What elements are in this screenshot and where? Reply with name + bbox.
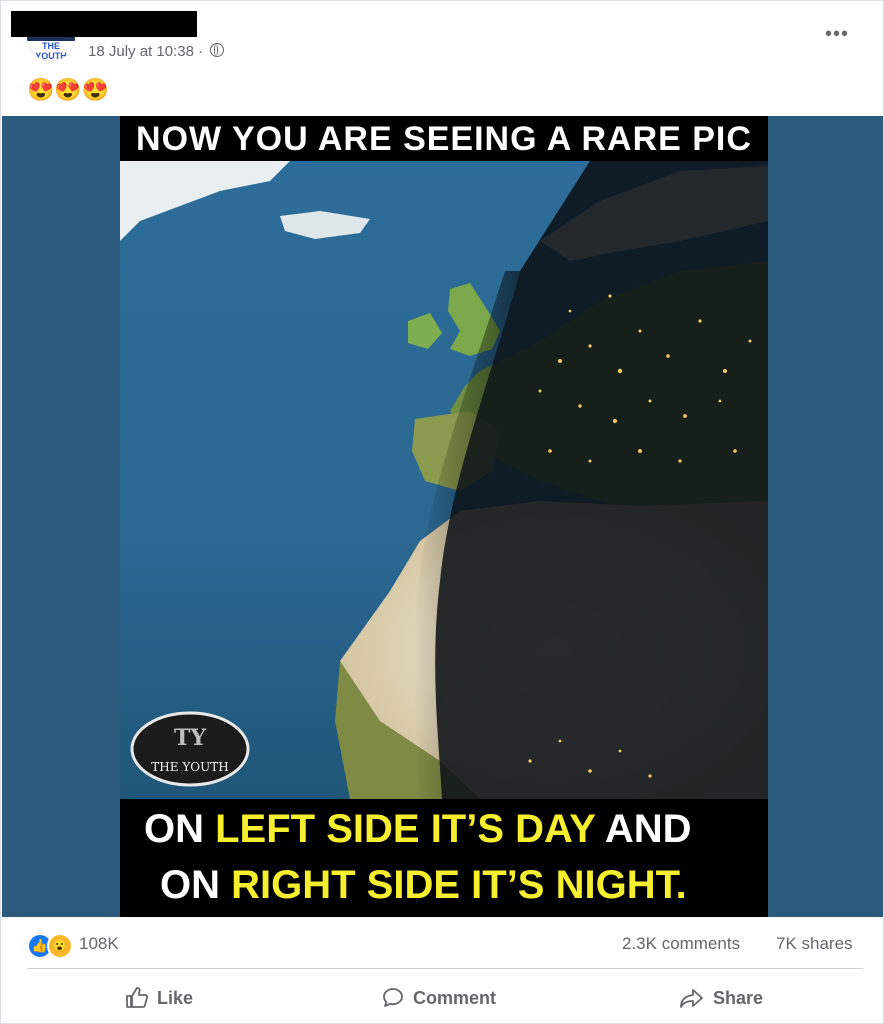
comment-button[interactable]: Comment xyxy=(381,983,496,1013)
shares-count[interactable]: 7K shares xyxy=(776,934,853,954)
more-options-button[interactable]: ••• xyxy=(825,23,849,46)
image-bottom-text: ON LEFT SIDE IT’S DAY AND ON RIGHT SIDE … xyxy=(120,799,768,917)
wow-reaction-icon: 😮 xyxy=(47,933,73,959)
post-caption: 😍😍😍 xyxy=(27,77,110,102)
watermark-logo: TY THE YOUTH xyxy=(130,711,250,787)
post-photo: NOW YOU ARE SEEING A RARE PIC TY THE YOU… xyxy=(120,116,768,917)
line2-a: ON xyxy=(160,863,232,907)
image-top-text: NOW YOU ARE SEEING A RARE PIC xyxy=(136,120,752,158)
comments-count[interactable]: 2.3K comments xyxy=(622,934,740,954)
line1-c: AND xyxy=(595,807,692,851)
divider xyxy=(27,968,863,969)
like-icon xyxy=(126,987,149,1008)
line2-b: RIGHT SIDE IT’S NIGHT. xyxy=(231,863,687,907)
like-button[interactable]: Like xyxy=(125,983,193,1013)
watermark-text: THE YOUTH xyxy=(151,760,228,774)
share-button[interactable]: Share xyxy=(679,983,763,1013)
post-card: THE YOUTH 18 July at 10:38 · ••• 😍😍😍 NOW… xyxy=(0,0,884,1024)
redacted-author-name xyxy=(11,11,197,37)
comment-label: Comment xyxy=(413,987,497,1008)
line1-b: LEFT SIDE IT’S DAY xyxy=(215,807,596,851)
post-media[interactable]: NOW YOU ARE SEEING A RARE PIC TY THE YOU… xyxy=(2,116,883,917)
earth-satellite-image: TY THE YOUTH xyxy=(120,161,768,799)
line1-a: ON xyxy=(144,807,216,851)
timestamp-text: 18 July at 10:38 · xyxy=(88,43,204,60)
bottom-line-2: ON RIGHT SIDE IT’S NIGHT. xyxy=(160,863,687,908)
bottom-line-1: ON LEFT SIDE IT’S DAY AND xyxy=(144,807,692,852)
watermark-monogram: TY xyxy=(174,725,206,751)
avatar-text: THE YOUTH xyxy=(27,41,75,61)
post-timestamp[interactable]: 18 July at 10:38 · xyxy=(88,43,225,60)
share-icon xyxy=(680,989,703,1008)
comment-icon xyxy=(383,988,403,1007)
reactions-count[interactable]: 108K xyxy=(79,934,119,954)
like-label: Like xyxy=(157,987,194,1008)
globe-icon xyxy=(210,43,225,57)
share-label: Share xyxy=(713,987,764,1008)
